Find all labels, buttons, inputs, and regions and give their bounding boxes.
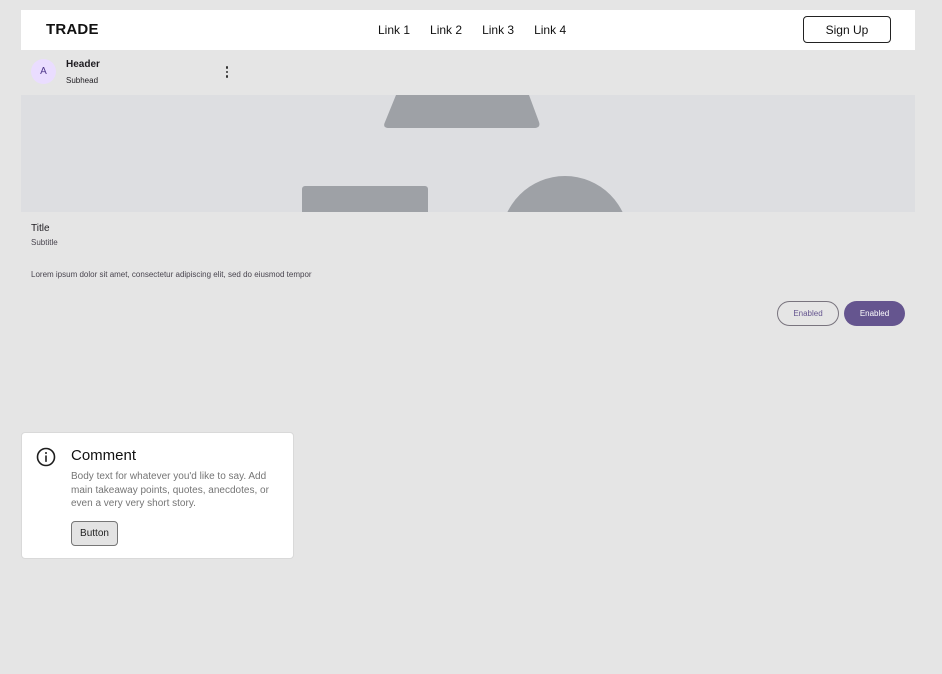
- placeholder-shapes-icon: [302, 95, 623, 212]
- nav-link-2[interactable]: Link 2: [430, 23, 462, 37]
- nav-link-4[interactable]: Link 4: [534, 23, 566, 37]
- card-header-title: Header: [66, 59, 100, 70]
- nav-link-3[interactable]: Link 3: [482, 23, 514, 37]
- filled-enabled-button[interactable]: Enabled: [844, 301, 905, 326]
- nav-links: Link 1 Link 2 Link 3 Link 4: [378, 23, 566, 37]
- more-vert-icon[interactable]: [219, 63, 235, 81]
- sign-up-button[interactable]: Sign Up: [803, 16, 891, 43]
- top-navbar: TRADE Link 1 Link 2 Link 3 Link 4 Sign U…: [21, 10, 915, 50]
- media-placeholder: [21, 95, 915, 212]
- outlined-enabled-button[interactable]: Enabled: [777, 301, 839, 326]
- info-icon: [36, 447, 56, 467]
- comment-button[interactable]: Button: [71, 521, 118, 546]
- card-subhead: Subhead: [66, 76, 99, 85]
- card-body-text: Lorem ipsum dolor sit amet, consectetur …: [31, 270, 312, 279]
- comment-title: Comment: [71, 447, 137, 464]
- card-subtitle: Subtitle: [31, 238, 58, 247]
- comment-card: Comment Body text for whatever you'd lik…: [21, 432, 294, 559]
- nav-link-1[interactable]: Link 1: [378, 23, 410, 37]
- comment-body: Body text for whatever you'd like to say…: [71, 471, 269, 509]
- brand-logo[interactable]: TRADE: [46, 21, 99, 38]
- avatar: A: [31, 59, 56, 84]
- card-header: A Header Subhead: [21, 50, 915, 95]
- card-title: Title: [31, 223, 50, 234]
